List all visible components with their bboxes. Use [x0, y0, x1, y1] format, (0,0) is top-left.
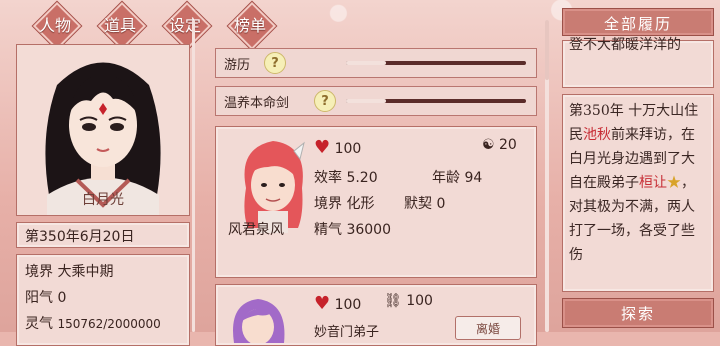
action-label: 游历	[224, 58, 251, 73]
character-portrait-panel[interactable]: 白月光	[16, 44, 190, 216]
encounter-portrait-2	[233, 299, 285, 343]
yinyang-stat: ☯ 20	[482, 137, 517, 153]
tab-items[interactable]: 道具	[91, 4, 149, 44]
history-text-2: 第350年 十万大山住民池秋前来拜访，在白月光身边遇到了大自在殿弟子桓让★，对其…	[569, 103, 699, 263]
current-date: 第350年6月20日	[25, 229, 135, 245]
heart-icon: ♥	[314, 137, 331, 158]
middle-scrollbar[interactable]	[545, 20, 549, 332]
divorce-button[interactable]: 离婚	[455, 316, 521, 340]
explore-button[interactable]: 探索	[562, 298, 714, 328]
progress-bar	[346, 99, 526, 103]
realm-row: 境界 大乘中期	[25, 264, 114, 280]
realm-stat: 境界 化形	[314, 196, 375, 212]
history-entry-2: 第350年 十万大山住民池秋前来拜访，在白月光身边遇到了大自在殿弟子桓让★，对其…	[562, 94, 714, 292]
heart-icon: ♥	[314, 293, 331, 314]
character-name: 白月光	[82, 192, 124, 208]
progress-fill	[346, 61, 386, 65]
date-bar: 第350年6月20日	[16, 222, 190, 248]
essence-stat: 精气 36000	[314, 222, 391, 238]
scroll-thumb[interactable]	[545, 20, 549, 80]
age-stat: 年龄 94	[432, 170, 483, 186]
character-stats: 境界 大乘中期 阳气 0 灵气 150762/2000000	[16, 254, 190, 346]
action-row-sword[interactable]: 温养本命剑 ?	[215, 86, 537, 116]
yinyang-icon: ☯	[482, 137, 495, 153]
help-icon[interactable]: ?	[264, 52, 286, 74]
highlight-name: 桓让	[639, 175, 667, 191]
progress-bar	[346, 61, 526, 65]
encounter-portrait	[244, 141, 305, 233]
left-scrollbar[interactable]	[192, 20, 195, 332]
help-icon[interactable]: ?	[314, 90, 336, 112]
highlight-name: 池秋	[583, 127, 611, 143]
history-text-1: 登不大都暖洋洋的	[569, 37, 681, 53]
encounter-name-2: 妙音门弟子	[314, 325, 380, 340]
encounter-card[interactable]: ♥ 100 ☯ 20 效率 5.20 年龄 94 境界 化形 默契 0 风君泉风…	[215, 126, 537, 278]
star-icon: ★	[667, 175, 681, 191]
tab-ranking[interactable]: 榜单	[221, 4, 279, 44]
spirit-row: 灵气 150762/2000000	[25, 316, 161, 332]
bond-stat: 默契 0	[404, 196, 446, 212]
history-header[interactable]: 全部履历	[562, 8, 714, 36]
history-entry-1: 登不大都暖洋洋的	[562, 37, 714, 88]
efficiency-stat: 效率 5.20	[314, 170, 378, 186]
action-row-travel[interactable]: 游历 ?	[215, 48, 537, 78]
progress-fill	[346, 99, 386, 103]
encounter-name: 风君泉风	[228, 222, 284, 238]
handcuffs-icon: ⛓	[384, 293, 402, 309]
yang-row: 阳气 0	[25, 290, 67, 306]
hp-stat: ♥ 100	[314, 137, 362, 158]
hp-stat-2: ♥ 100	[314, 293, 362, 314]
tab-settings[interactable]: 设定	[156, 4, 214, 44]
action-label: 温养本命剑	[224, 96, 290, 111]
tab-character[interactable]: 人物	[26, 4, 84, 44]
cuffs-stat: ⛓ 100	[384, 293, 433, 309]
